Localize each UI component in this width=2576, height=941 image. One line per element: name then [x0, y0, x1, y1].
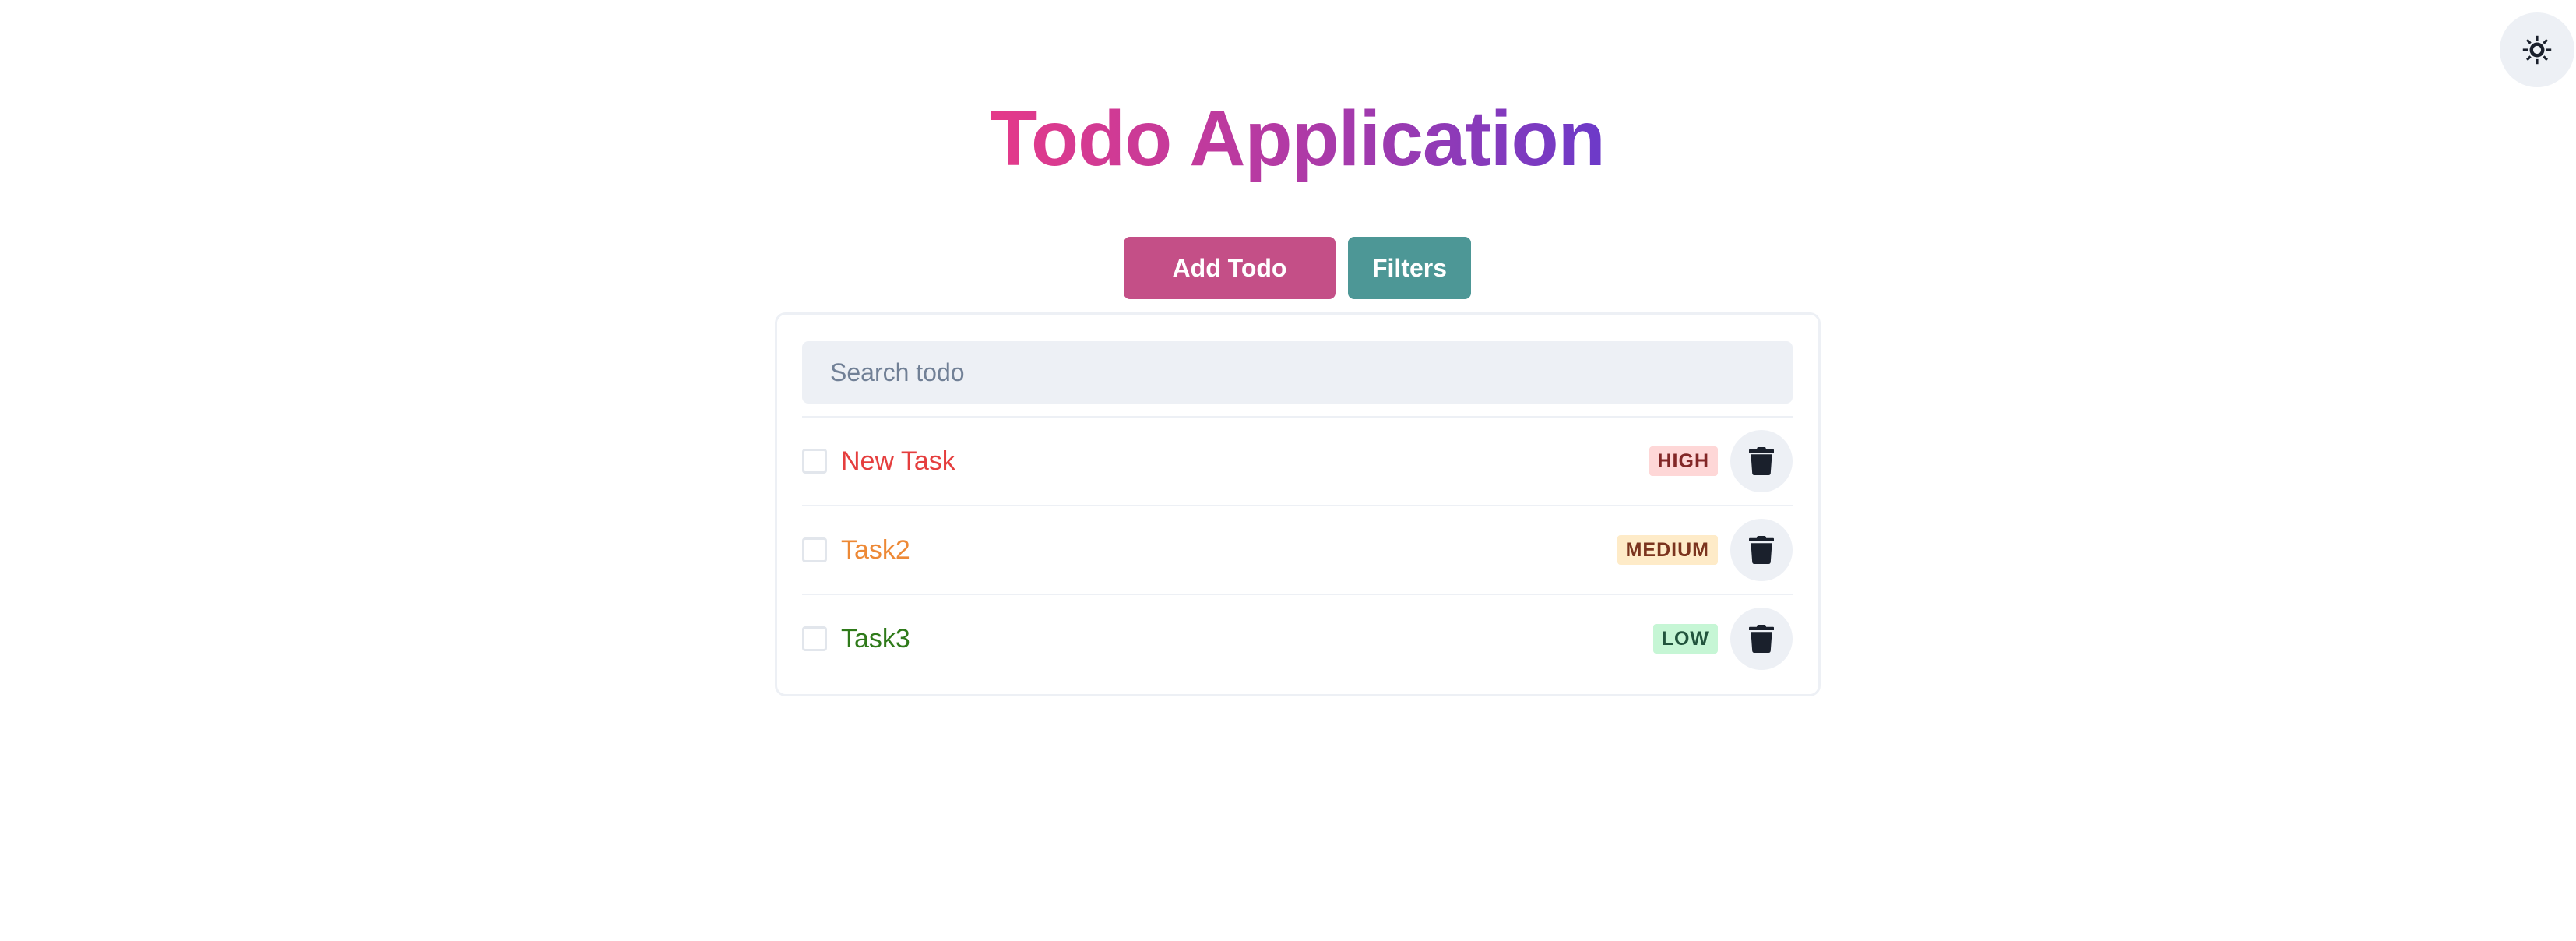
- theme-toggle-button[interactable]: [2500, 12, 2574, 87]
- todo-checkbox[interactable]: [802, 537, 827, 562]
- trash-icon: [1749, 536, 1774, 564]
- priority-badge: MEDIUM: [1617, 535, 1718, 565]
- filters-button[interactable]: Filters: [1348, 237, 1471, 299]
- action-bar: Add Todo Filters: [1124, 237, 1471, 299]
- page-title: Todo Application: [0, 92, 2576, 185]
- search-input[interactable]: [802, 341, 1793, 404]
- delete-todo-button[interactable]: [1730, 608, 1793, 670]
- add-todo-button[interactable]: Add Todo: [1124, 237, 1336, 299]
- delete-todo-button[interactable]: [1730, 519, 1793, 581]
- todo-text: Task3: [841, 623, 910, 654]
- priority-badge: HIGH: [1649, 446, 1718, 476]
- todo-checkbox[interactable]: [802, 449, 827, 474]
- sun-icon: [2522, 35, 2552, 65]
- delete-todo-button[interactable]: [1730, 430, 1793, 492]
- todo-text: New Task: [841, 446, 955, 476]
- todo-item: Task3 LOW: [802, 594, 1793, 682]
- todo-list: New Task HIGH Task2 MEDIUM Task3 LOW: [802, 416, 1793, 682]
- todo-item: New Task HIGH: [802, 416, 1793, 505]
- todo-checkbox[interactable]: [802, 626, 827, 651]
- todo-card: New Task HIGH Task2 MEDIUM: [775, 312, 1821, 696]
- trash-icon: [1749, 625, 1774, 653]
- todo-item: Task2 MEDIUM: [802, 505, 1793, 594]
- todo-text: Task2: [841, 534, 910, 565]
- trash-icon: [1749, 447, 1774, 475]
- page: Todo Application Add Todo Filters New Ta…: [0, 0, 2576, 941]
- page-title-text: Todo Application: [990, 95, 1605, 182]
- priority-badge: LOW: [1652, 624, 1718, 654]
